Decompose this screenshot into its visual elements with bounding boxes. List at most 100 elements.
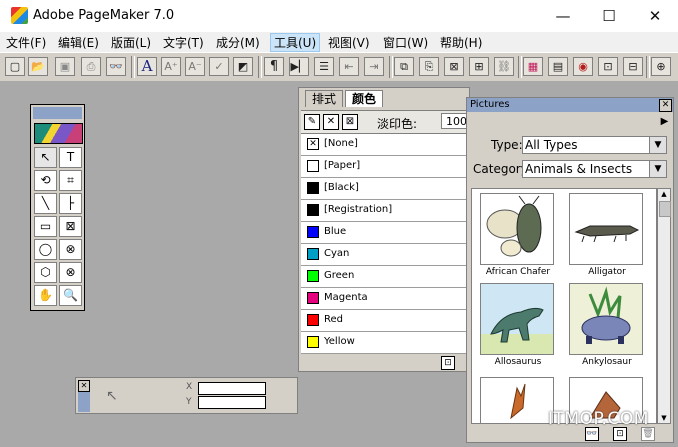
color-icon[interactable]: ▦ [523,57,543,76]
menu-view[interactable]: 视图(V) [328,34,370,51]
fill-icon[interactable]: ✕ [323,114,339,130]
stroke-icon[interactable]: ✎ [304,114,320,130]
x-position-field[interactable] [198,382,266,395]
item-caption: Ankylosaur [582,357,632,367]
crop-icon[interactable]: ⌗ [59,170,82,191]
indent-left-icon[interactable]: ⇤ [339,57,359,76]
color-name: [Black] [324,182,359,193]
menu-help[interactable]: 帮助(H) [440,34,482,51]
style-icon[interactable]: ◩ [233,57,253,76]
link-icon[interactable]: ⛓ [494,57,514,76]
ellipse-frame-icon[interactable]: ⊗ [59,239,82,260]
chevron-down-icon: ▼ [649,161,666,177]
color-row[interactable]: Blue [301,222,469,244]
export-icon[interactable]: ⊟ [623,57,643,76]
pointer-icon[interactable]: ↖ [34,147,57,168]
both-icon[interactable]: ⊠ [342,114,358,130]
color-name: Blue [324,226,347,237]
open-icon[interactable]: 📂 [28,57,48,76]
line-icon[interactable]: ╲ [34,193,57,214]
image-icon[interactable]: ▤ [548,57,568,76]
new-picture-icon[interactable]: ⊡ [613,427,627,441]
color-row[interactable]: Magenta [301,288,469,310]
menu-window[interactable]: 窗口(W) [383,34,428,51]
ankylosaur-thumbnail[interactable] [569,283,643,355]
zoom-icon[interactable]: 🔍 [59,285,82,306]
print-icon[interactable]: ⎙ [81,57,101,76]
color-row[interactable]: Red [301,310,469,332]
picture-thumbnail[interactable] [480,377,554,423]
menu-layout[interactable]: 版面(L) [111,34,151,51]
rotate-icon[interactable]: ⟲ [34,170,57,191]
toolbox-title-bar[interactable] [33,107,82,119]
category-select-value: Animals & Insects [525,162,633,176]
color-row[interactable]: [Registration] [301,200,469,222]
control-close-icon[interactable]: ✕ [78,380,90,392]
scroll-down-icon[interactable]: ▼ [659,414,669,422]
maximize-button[interactable]: ☐ [586,0,632,32]
save-icon[interactable]: ▣ [55,57,75,76]
alligator-thumbnail[interactable] [569,193,643,265]
scrollbar-thumb[interactable] [659,201,671,217]
pictures-close-icon[interactable]: ✕ [659,99,672,112]
indent-right-icon[interactable]: ⇥ [364,57,384,76]
pointer-icon[interactable]: ↖ [106,388,118,404]
minimize-button[interactable]: — [540,0,586,32]
new-icon[interactable]: ▢ [5,57,25,76]
constrained-line-icon[interactable]: ├ [59,193,82,214]
place-icon[interactable]: ⊞ [469,57,489,76]
font-smaller-icon[interactable]: A⁻ [185,57,205,76]
dinosaur-clipart-icon [570,284,642,354]
menu-element[interactable]: 成分(M) [216,34,260,51]
text-tool-icon[interactable]: T [59,147,82,168]
menu-utilities[interactable]: 工具(U) [270,33,321,52]
polygon-icon[interactable]: ⬡ [34,262,57,283]
copy-icon[interactable]: ⧉ [394,57,414,76]
ellipse-icon[interactable]: ◯ [34,239,57,260]
scroll-up-icon[interactable]: ▲ [659,190,669,198]
hand-icon[interactable]: ✋ [34,285,57,306]
menu-edit[interactable]: 编辑(E) [58,34,99,51]
paragraph-icon[interactable]: ¶ [264,57,284,76]
item-caption: Allosaurus [494,357,542,367]
control-palette-bar[interactable] [78,392,90,412]
new-color-icon[interactable]: ⊡ [441,356,455,370]
polygon-frame-icon[interactable]: ⊗ [59,262,82,283]
list-icon[interactable]: ☰ [314,57,334,76]
color-row[interactable]: Green [301,266,469,288]
menu-file[interactable]: 文件(F) [6,34,46,51]
globe-icon[interactable]: ◉ [573,57,593,76]
spell-icon[interactable]: ✓ [209,57,229,76]
color-row[interactable]: ✕ [None] [301,134,469,156]
panel-menu-arrow-icon[interactable]: ▶ [658,115,671,128]
rectangle-icon[interactable]: ▭ [34,216,57,237]
tab-colors[interactable]: 颜色 [345,90,384,107]
y-position-field[interactable] [198,396,266,409]
color-name: [None] [324,138,358,149]
zoom-in-icon[interactable]: ⊕ [651,57,671,76]
font-icon[interactable]: A [137,57,157,76]
pictures-scrollbar[interactable]: ▲ ▼ [657,188,671,424]
rectangle-frame-icon[interactable]: ⊠ [59,216,82,237]
african-chafer-thumbnail[interactable] [480,193,554,265]
search-binoculars-icon[interactable]: 👓 [585,427,599,441]
type-select-value: All Types [525,138,578,152]
pdf-icon[interactable]: ⊡ [598,57,618,76]
find-icon[interactable]: 👓 [106,57,126,76]
color-row[interactable]: [Black] [301,178,469,200]
color-row[interactable]: [Paper] [301,156,469,178]
font-larger-icon[interactable]: A⁺ [161,57,181,76]
close-button[interactable]: ✕ [632,0,678,32]
thread-text-icon[interactable]: ▶▏ [289,57,309,76]
tab-styles[interactable]: 排式 [305,90,344,107]
allosaurus-thumbnail[interactable] [480,283,554,355]
pictures-panel-title[interactable]: Pictures [467,98,673,112]
frame-icon[interactable]: ⊠ [444,57,464,76]
menu-type[interactable]: 文字(T) [163,34,204,51]
category-select[interactable]: Animals & Insects ▼ [522,160,667,178]
color-row[interactable]: Cyan [301,244,469,266]
paste-icon[interactable]: ⎘ [419,57,439,76]
color-row[interactable]: Yellow [301,332,469,354]
type-select[interactable]: All Types ▼ [522,136,667,154]
trash-icon[interactable]: 🗑 [641,427,655,441]
